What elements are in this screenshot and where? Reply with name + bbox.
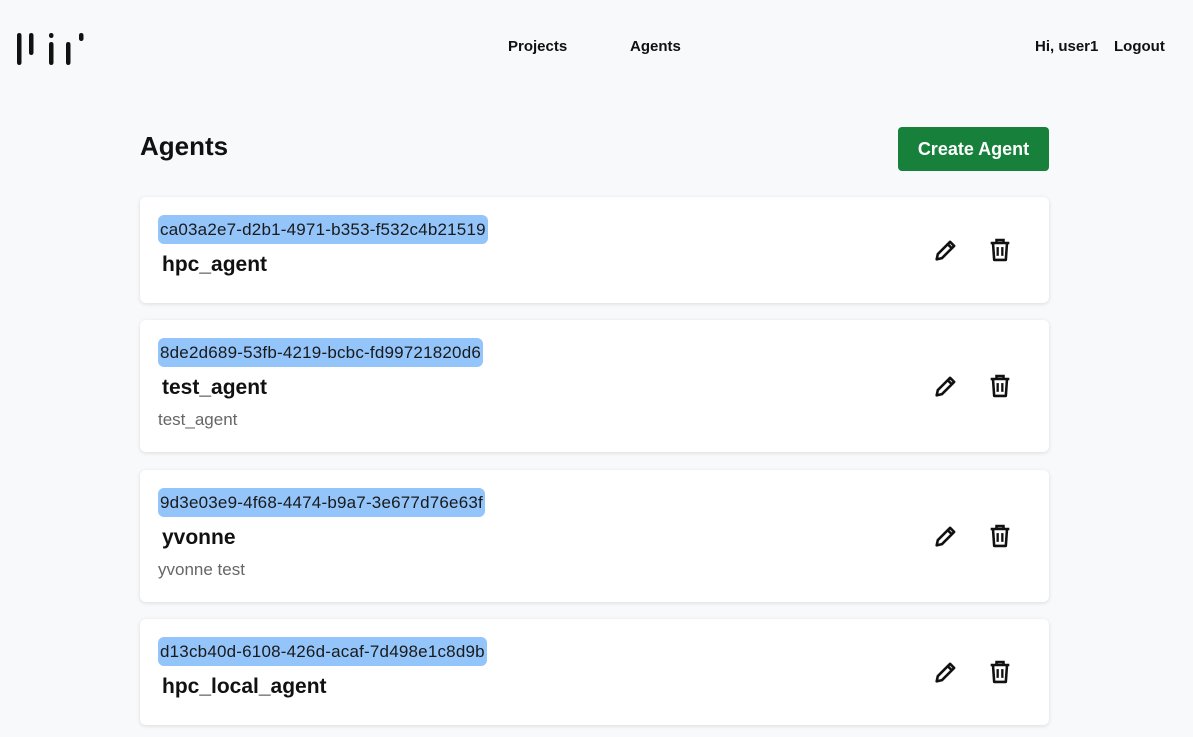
delete-agent-button[interactable]: [986, 658, 1014, 686]
page-title: Agents: [140, 131, 229, 161]
agent-description: yvonne test: [158, 560, 245, 579]
agent-description: test_agent: [158, 410, 238, 429]
delete-agent-button[interactable]: [986, 372, 1014, 400]
user-greeting: Hi, user1: [1035, 38, 1099, 55]
logout-link[interactable]: Logout: [1114, 38, 1165, 55]
trash-icon: [990, 238, 1010, 262]
agent-id-badge: 9d3e03e9-4f68-4474-b9a7-3e677d76e63f: [158, 488, 485, 517]
pencil-icon: [935, 240, 956, 261]
agent-id-badge: d13cb40d-6108-426d-acaf-7d498e1c8d9b: [158, 637, 487, 666]
pencil-icon: [935, 376, 956, 397]
nav-link-agents[interactable]: Agents: [630, 38, 681, 55]
trash-icon: [990, 524, 1010, 548]
create-agent-button[interactable]: Create Agent: [898, 127, 1049, 171]
agent-card: ca03a2e7-d2b1-4971-b353-f532c4b21519 hpc…: [140, 197, 1049, 303]
agent-id-badge: ca03a2e7-d2b1-4971-b353-f532c4b21519: [158, 215, 488, 244]
agent-name: hpc_agent: [162, 253, 268, 276]
pencil-icon: [935, 526, 956, 547]
edit-agent-button[interactable]: [932, 658, 960, 686]
agent-name: yvonne: [162, 526, 236, 549]
agent-card: d13cb40d-6108-426d-acaf-7d498e1c8d9b hpc…: [140, 619, 1049, 725]
agent-name: test_agent: [162, 376, 268, 399]
agent-id-badge: 8de2d689-53fb-4219-bcbc-fd99721820d6: [158, 338, 484, 367]
agent-card: 9d3e03e9-4f68-4474-b9a7-3e677d76e63f yvo…: [140, 470, 1049, 602]
agent-card: 8de2d689-53fb-4219-bcbc-fd99721820d6 tes…: [140, 320, 1049, 452]
pencil-icon: [935, 662, 956, 683]
agent-name: hpc_local_agent: [162, 675, 327, 698]
edit-agent-button[interactable]: [932, 522, 960, 550]
trash-icon: [990, 374, 1010, 398]
delete-agent-button[interactable]: [986, 522, 1014, 550]
brand-logo-icon[interactable]: [16, 30, 86, 68]
delete-agent-button[interactable]: [986, 236, 1014, 264]
trash-icon: [990, 660, 1010, 684]
edit-agent-button[interactable]: [932, 372, 960, 400]
nav-link-projects[interactable]: Projects: [508, 38, 567, 55]
top-navigation: Projects Agents Hi, user1 Logout: [0, 0, 1193, 96]
edit-agent-button[interactable]: [932, 236, 960, 264]
